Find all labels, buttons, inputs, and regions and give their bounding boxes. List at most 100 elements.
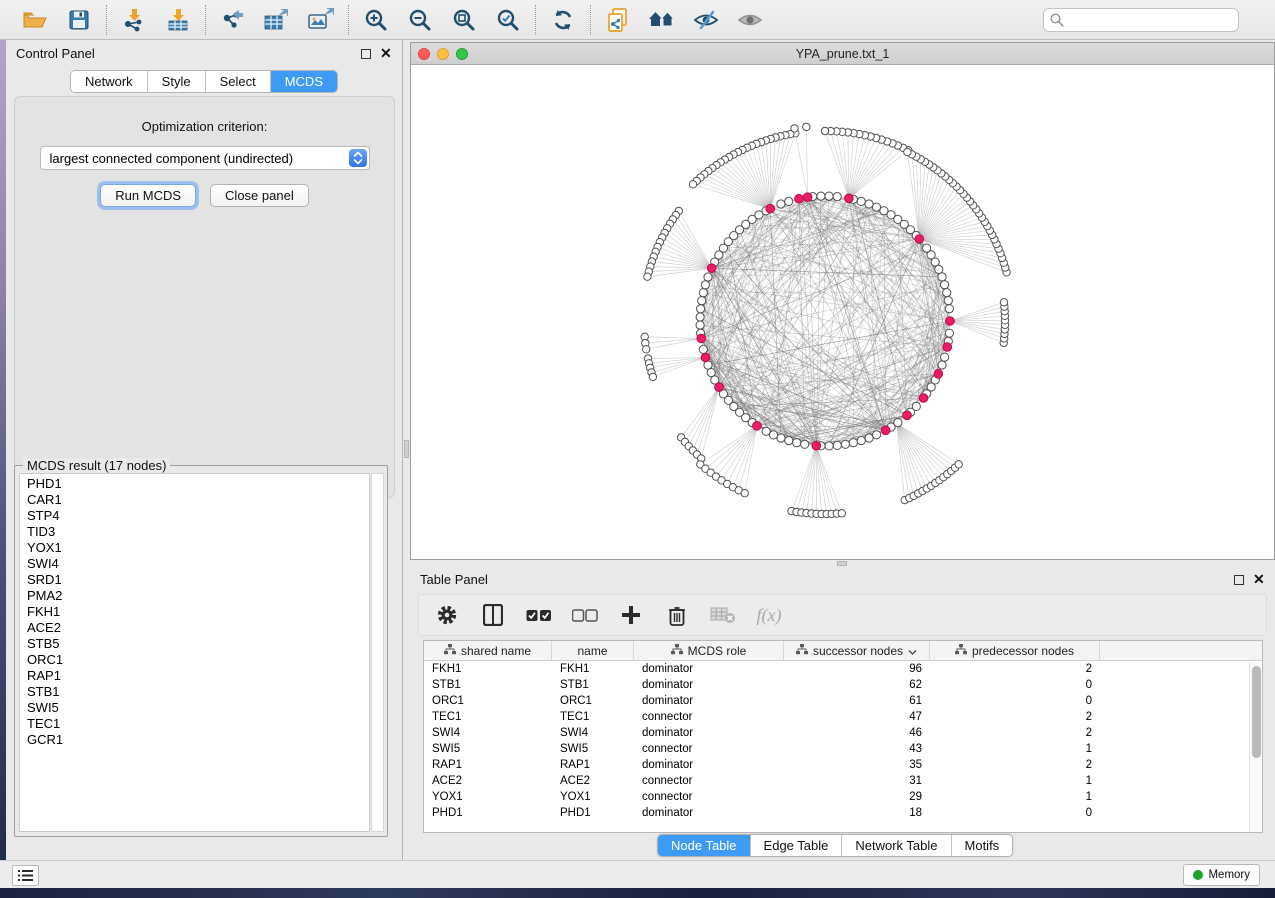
memory-button[interactable]: Memory <box>1183 864 1260 886</box>
control-panel-tabs: NetworkStyleSelectMCDS <box>6 70 402 93</box>
mcds-result-item[interactable]: SWI5 <box>27 700 369 716</box>
first-neighbors-button[interactable] <box>647 5 677 35</box>
mcds-result-item[interactable]: RAP1 <box>27 668 369 684</box>
zoom-selected-button[interactable] <box>493 5 523 35</box>
tab-edge-table[interactable]: Edge Table <box>751 835 843 856</box>
select-all-button[interactable] <box>527 603 551 627</box>
mcds-result-item[interactable]: PMA2 <box>27 588 369 604</box>
cell-shared_name: YOX1 <box>424 791 552 803</box>
optimization-criterion-select[interactable]: largest connected component (undirected) <box>40 146 370 170</box>
close-panel-icon[interactable]: ✕ <box>380 47 392 59</box>
mcds-result-item[interactable]: TID3 <box>27 524 369 540</box>
optimization-criterion-label: Optimization criterion: <box>15 119 394 134</box>
add-column-button[interactable] <box>619 603 643 627</box>
network-window-titlebar[interactable]: YPA_prune.txt_1 <box>411 43 1274 65</box>
mcds-result-item[interactable]: FKH1 <box>27 604 369 620</box>
table-row[interactable]: SWI4SWI4dominator462 <box>424 725 1262 741</box>
table-float-panel-icon[interactable] <box>1234 575 1244 585</box>
mcds-result-item[interactable]: SRD1 <box>27 572 369 588</box>
node-table: shared namenameMCDS rolesuccessor nodesp… <box>423 640 1263 833</box>
mcds-result-item[interactable]: STB1 <box>27 684 369 700</box>
delete-column-button[interactable] <box>665 603 689 627</box>
node-table-scrollbar[interactable] <box>1249 662 1262 832</box>
refresh-button[interactable] <box>548 5 578 35</box>
vertical-splitter[interactable] <box>403 40 410 860</box>
mcds-result-list[interactable]: PHD1CAR1STP4TID3YOX1SWI4SRD1PMA2FKH1ACE2… <box>19 473 370 832</box>
show-columns-button[interactable] <box>481 603 505 627</box>
search-icon <box>1050 13 1064 32</box>
tab-mcds[interactable]: MCDS <box>271 71 337 92</box>
cell-shared_name: SWI4 <box>424 727 552 739</box>
cell-name: SWI4 <box>552 727 634 739</box>
mcds-result-item[interactable]: PHD1 <box>27 476 369 492</box>
mcds-result-scrollbar[interactable] <box>371 473 384 832</box>
column-header-successor-nodes[interactable]: successor nodes <box>784 641 930 661</box>
export-image-button[interactable] <box>306 5 336 35</box>
mcds-result-item[interactable]: YOX1 <box>27 540 369 556</box>
table-row[interactable]: SWI5SWI5connector431 <box>424 741 1262 757</box>
table-row[interactable]: ORC1ORC1dominator610 <box>424 693 1262 709</box>
mcds-result-item[interactable]: ORC1 <box>27 652 369 668</box>
open-session-button[interactable] <box>20 5 50 35</box>
column-header-shared-name[interactable]: shared name <box>424 641 552 661</box>
cell-successor_nodes: 31 <box>784 775 930 787</box>
import-table-button[interactable] <box>163 5 193 35</box>
tab-select[interactable]: Select <box>206 71 271 92</box>
export-network-button[interactable] <box>218 5 248 35</box>
mcds-result-item[interactable]: GCR1 <box>27 732 369 748</box>
float-panel-icon[interactable] <box>361 49 371 59</box>
table-row[interactable]: YOX1YOX1connector291 <box>424 789 1262 805</box>
desktop-wallpaper-strip-bottom <box>0 888 1275 898</box>
column-header-predecessor-nodes[interactable]: predecessor nodes <box>930 641 1100 661</box>
status-list-button[interactable] <box>12 865 39 886</box>
mcds-result-item[interactable]: ACE2 <box>27 620 369 636</box>
export-table-button[interactable] <box>262 5 292 35</box>
mcds-result-item[interactable]: SWI4 <box>27 556 369 572</box>
table-row[interactable]: FKH1FKH1dominator962 <box>424 661 1262 677</box>
duplicate-network-button[interactable] <box>603 5 633 35</box>
cell-successor_nodes: 43 <box>784 743 930 755</box>
cell-shared_name: STB1 <box>424 679 552 691</box>
mcds-result-item[interactable]: STB5 <box>27 636 369 652</box>
export-image-icon <box>308 8 334 32</box>
network-canvas[interactable] <box>411 65 1274 559</box>
deselect-all-button[interactable] <box>573 603 597 627</box>
table-settings-button[interactable] <box>435 603 459 627</box>
fx-icon: f(x) <box>757 605 782 626</box>
column-header-MCDS-role[interactable]: MCDS role <box>634 641 784 661</box>
cell-name: YOX1 <box>552 791 634 803</box>
table-row[interactable]: ACE2ACE2connector311 <box>424 773 1262 789</box>
hide-selected-button[interactable] <box>691 5 721 35</box>
cell-shared_name: FKH1 <box>424 663 552 675</box>
table-row[interactable]: PHD1PHD1dominator180 <box>424 805 1262 821</box>
cell-shared_name: RAP1 <box>424 759 552 771</box>
mcds-result-item[interactable]: STP4 <box>27 508 369 524</box>
table-row[interactable]: TEC1TEC1connector472 <box>424 709 1262 725</box>
table-row[interactable]: STB1STB1dominator620 <box>424 677 1262 693</box>
cell-mcds_role: dominator <box>634 807 784 819</box>
zoom-fit-button[interactable] <box>449 5 479 35</box>
table-row[interactable]: RAP1RAP1dominator352 <box>424 757 1262 773</box>
cell-name: STB1 <box>552 679 634 691</box>
tree-icon <box>796 644 808 658</box>
cell-mcds_role: dominator <box>634 695 784 707</box>
search-input[interactable] <box>1043 8 1239 32</box>
cell-mcds_role: connector <box>634 743 784 755</box>
import-network-button[interactable] <box>119 5 149 35</box>
run-mcds-button[interactable]: Run MCDS <box>100 184 196 207</box>
save-session-button[interactable] <box>64 5 94 35</box>
mcds-result-item[interactable]: CAR1 <box>27 492 369 508</box>
tab-style[interactable]: Style <box>148 71 206 92</box>
tab-node-table[interactable]: Node Table <box>658 835 751 856</box>
tab-network-table[interactable]: Network Table <box>842 835 951 856</box>
show-all-button[interactable] <box>735 5 765 35</box>
zoom-out-button[interactable] <box>405 5 435 35</box>
mcds-result-item[interactable]: TEC1 <box>27 716 369 732</box>
tab-motifs[interactable]: Motifs <box>952 835 1013 856</box>
cell-shared_name: PHD1 <box>424 807 552 819</box>
table-close-panel-icon[interactable]: ✕ <box>1253 573 1265 585</box>
tab-network[interactable]: Network <box>71 71 148 92</box>
column-header-name[interactable]: name <box>552 641 634 661</box>
zoom-in-button[interactable] <box>361 5 391 35</box>
close-panel-button[interactable]: Close panel <box>210 184 309 207</box>
